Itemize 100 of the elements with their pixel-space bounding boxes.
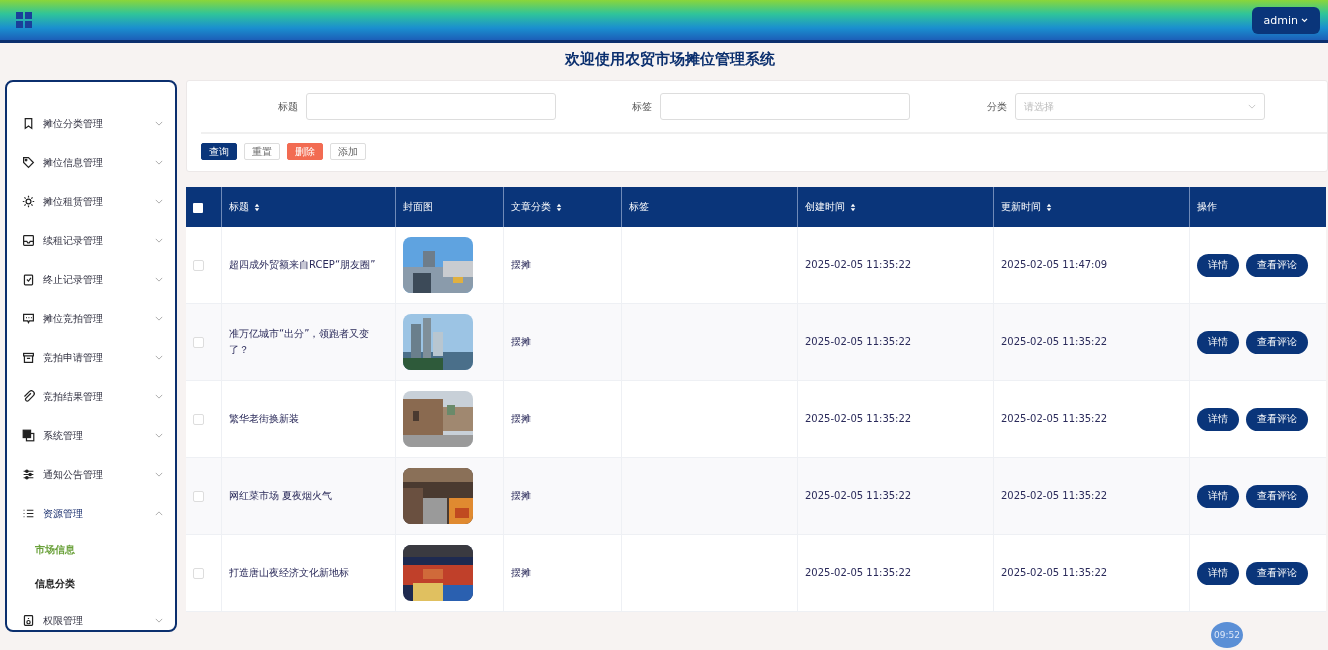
- checkbox[interactable]: [193, 490, 204, 502]
- chevron-up-icon: [155, 511, 163, 516]
- sort-icon[interactable]: [254, 202, 260, 212]
- chevron-down-icon: [155, 121, 163, 126]
- grid-menu-icon[interactable]: [16, 12, 32, 28]
- table-cell: 摆摊: [511, 413, 531, 424]
- comments-button[interactable]: 查看评论: [1246, 330, 1308, 354]
- sort-icon[interactable]: [1046, 202, 1052, 212]
- sun-icon: [22, 195, 35, 208]
- chevron-down-icon: [1248, 104, 1256, 109]
- details-button[interactable]: 详情: [1197, 407, 1239, 431]
- sort-icon[interactable]: [556, 202, 562, 212]
- sliders-icon: [22, 468, 35, 481]
- chevron-down-icon: [155, 277, 163, 282]
- details-button[interactable]: 详情: [1197, 253, 1239, 277]
- column-title: 封面图: [403, 201, 433, 212]
- table-cell: 2025-02-05 11:35:22: [805, 567, 912, 578]
- sidebar-item[interactable]: 摊位信息管理: [7, 143, 175, 182]
- comments-button[interactable]: 查看评论: [1246, 253, 1308, 277]
- table-cell: 2025-02-05 11:47:09: [1001, 259, 1108, 270]
- details-button[interactable]: 详情: [1197, 561, 1239, 585]
- comments-button[interactable]: 查看评论: [1246, 561, 1308, 585]
- table-cell: 打造唐山夜经济文化新地标: [229, 567, 349, 578]
- sidebar-item[interactable]: 终止记录管理: [7, 260, 175, 299]
- message-icon: [22, 312, 35, 325]
- column-header[interactable]: 创建时间: [797, 187, 994, 227]
- table-cell: 繁华老街换新装: [229, 413, 299, 424]
- column-title: 创建时间: [805, 201, 845, 212]
- chevron-down-icon: [155, 160, 163, 165]
- tag-icon: [22, 156, 35, 169]
- table-cell: 摆摊: [511, 567, 531, 578]
- comments-button[interactable]: 查看评论: [1246, 484, 1308, 508]
- input-field[interactable]: [305, 93, 556, 120]
- input-field[interactable]: [660, 93, 911, 120]
- sidebar-item[interactable]: 摊位竞拍管理: [7, 299, 175, 338]
- table-cell: 2025-02-05 11:35:22: [1001, 567, 1108, 578]
- table-cell: 超四成外贸额来自RCEP“朋友圈”: [229, 259, 376, 270]
- table-cell: 准万亿城市“出分”，领跑者又变了？: [229, 328, 370, 355]
- column-title: 更新时间: [1001, 201, 1041, 212]
- action-button[interactable]: 添加: [330, 143, 366, 160]
- table-cell: 网红菜市场 夏夜烟火气: [229, 490, 333, 501]
- action-button[interactable]: 重置: [244, 143, 280, 160]
- column-title: 文章分类: [511, 201, 551, 212]
- checkbox[interactable]: [193, 336, 204, 348]
- table-cell: 2025-02-05 11:35:22: [1001, 490, 1108, 501]
- table-cell: 摆摊: [511, 336, 531, 347]
- column-title: 标签: [629, 201, 649, 212]
- sidebar-item[interactable]: 续租记录管理: [7, 221, 175, 260]
- paperclip-icon: [22, 390, 35, 403]
- chevron-down-icon: [155, 316, 163, 321]
- clipboard-icon: [22, 273, 35, 286]
- chevron-down-icon: [155, 618, 163, 623]
- archive-icon: [22, 351, 35, 364]
- column-title: 操作: [1197, 201, 1217, 212]
- sidebar-item[interactable]: 竞拍申请管理: [7, 338, 175, 377]
- chevron-down-icon: [155, 238, 163, 243]
- sidebar-item[interactable]: 通知公告管理: [7, 455, 175, 494]
- sidebar-item[interactable]: 摊位分类管理: [7, 104, 175, 143]
- clock-badge: 09:52: [1211, 622, 1243, 648]
- column-header[interactable]: 更新时间: [993, 187, 1190, 227]
- sidebar-item[interactable]: 摊位租赁管理: [7, 182, 175, 221]
- table-cell: 2025-02-05 11:35:22: [1001, 413, 1108, 424]
- bookmark-icon: [22, 117, 35, 130]
- field-label: 标题: [277, 99, 298, 114]
- sidebar-item[interactable]: 权限管理: [7, 601, 175, 630]
- column-header[interactable]: 文章分类: [503, 187, 622, 227]
- table-cell: 2025-02-05 11:35:22: [805, 413, 912, 424]
- sidebar-item[interactable]: 系统管理: [7, 416, 175, 455]
- table-cell: 2025-02-05 11:35:22: [1001, 336, 1108, 347]
- caret-icon: [1301, 17, 1308, 23]
- chevron-down-icon: [155, 355, 163, 360]
- checkbox[interactable]: [193, 259, 204, 271]
- table-cell: 2025-02-05 11:35:22: [805, 490, 912, 501]
- checkbox[interactable]: [193, 567, 204, 579]
- details-button[interactable]: 详情: [1197, 484, 1239, 508]
- table-cell: 摆摊: [511, 490, 531, 501]
- table-cell: 2025-02-05 11:35:22: [805, 336, 912, 347]
- chevron-down-icon: [155, 199, 163, 204]
- column-header[interactable]: 标题: [221, 187, 396, 227]
- sidebar-item[interactable]: 竞拍结果管理: [7, 377, 175, 416]
- checkbox[interactable]: [193, 413, 204, 425]
- details-button[interactable]: 详情: [1197, 330, 1239, 354]
- column-title: 标题: [229, 201, 249, 212]
- field-label: 标签: [632, 99, 653, 114]
- checkbox[interactable]: [193, 202, 203, 213]
- page-title: 欢迎使用农贸市场摊位管理系统: [565, 49, 775, 69]
- table-cell: 摆摊: [511, 259, 531, 270]
- inbox-icon: [22, 234, 35, 247]
- table-cell: 2025-02-05 11:35:22: [805, 259, 912, 270]
- user-menu-button[interactable]: admin: [1251, 6, 1320, 34]
- sort-icon[interactable]: [850, 202, 856, 212]
- field-label: 分类: [987, 99, 1007, 114]
- chevron-down-icon: [155, 472, 163, 477]
- squares-icon: [22, 429, 35, 442]
- chevron-down-icon: [155, 433, 163, 438]
- comments-button[interactable]: 查看评论: [1246, 407, 1308, 431]
- action-button[interactable]: 查询: [201, 143, 237, 160]
- sidebar-item[interactable]: 资源管理: [7, 494, 175, 533]
- submenu-item[interactable]: 信息分类: [7, 567, 175, 601]
- chevron-down-icon: [155, 394, 163, 399]
